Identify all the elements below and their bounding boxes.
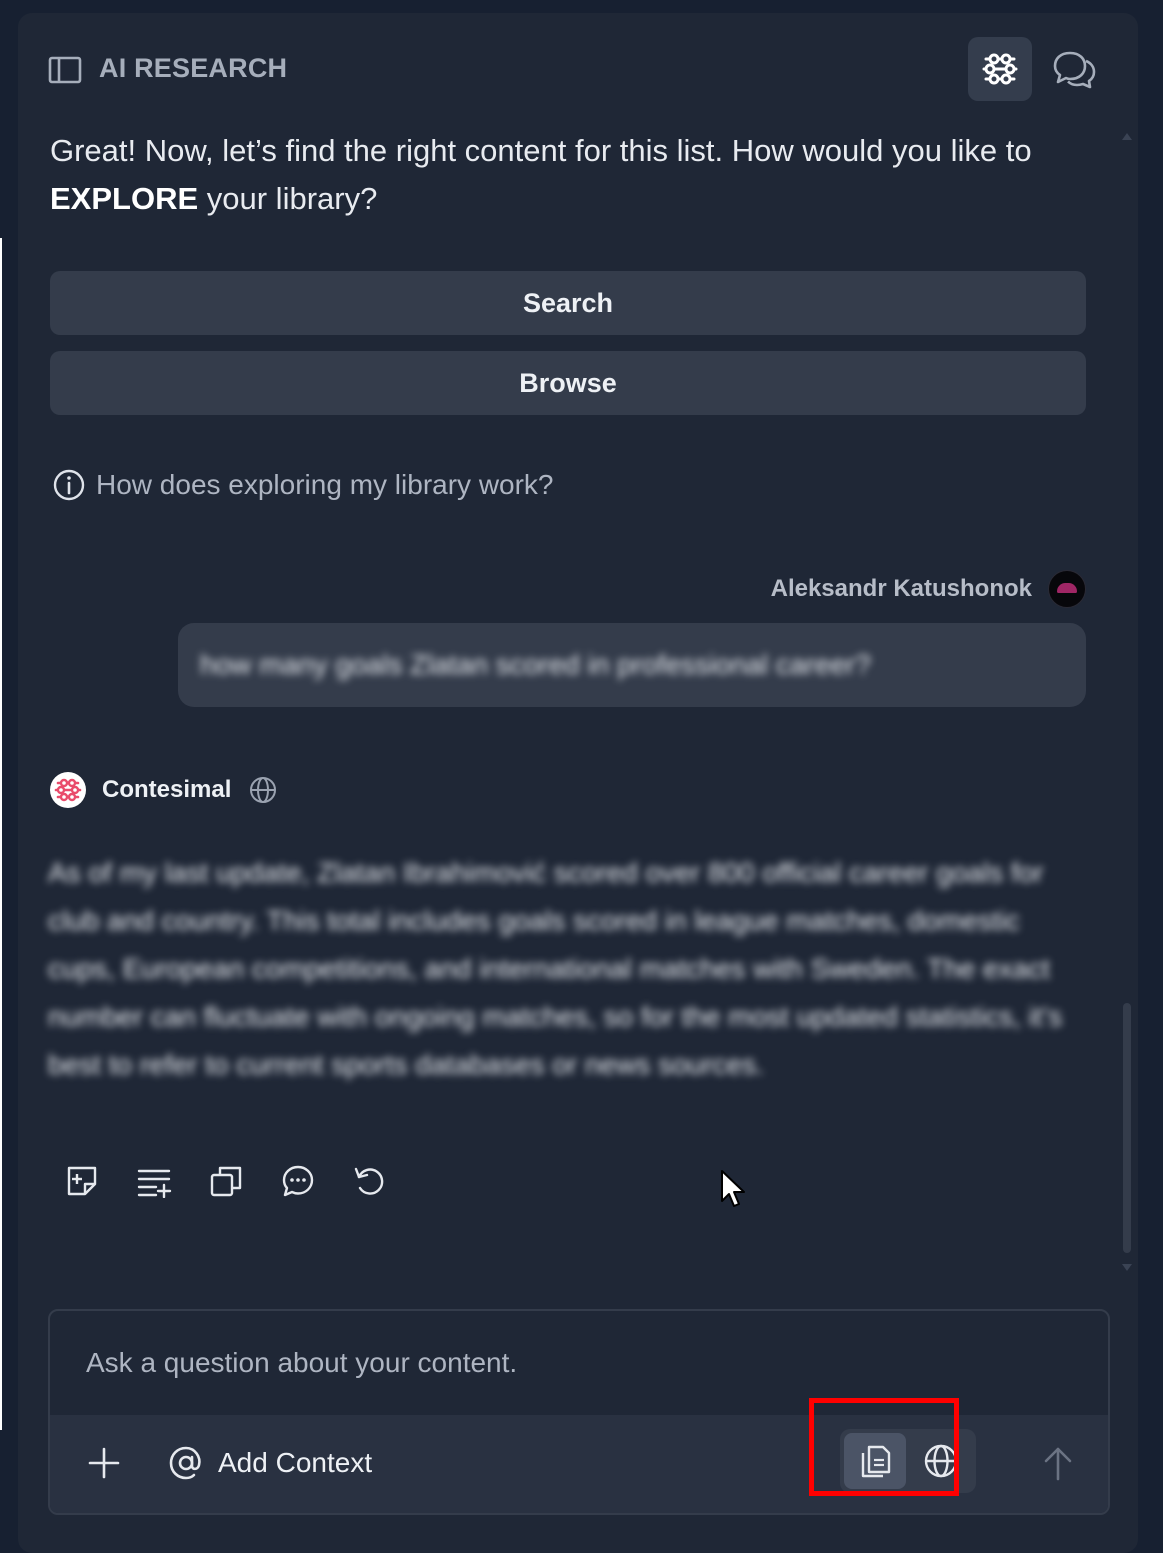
web-mode-button[interactable] [910, 1433, 972, 1489]
assistant-name: Contesimal [102, 776, 232, 803]
user-name: Aleksandr Katushonok [770, 575, 1032, 602]
window-edge [0, 238, 2, 1430]
source-mode-toggle [840, 1429, 976, 1493]
message-actions [64, 1163, 388, 1199]
globe-icon [250, 777, 277, 803]
user-message-header: Aleksandr Katushonok [771, 569, 1086, 609]
question-input[interactable] [50, 1311, 1108, 1415]
add-note-button[interactable] [64, 1163, 100, 1199]
browse-button[interactable]: Browse [50, 351, 1086, 415]
sliders-icon [982, 53, 1018, 85]
search-button[interactable]: Search [50, 271, 1086, 335]
user-message-bubble: how many goals Zlatan scored in professi… [178, 623, 1086, 707]
add-button[interactable] [82, 1441, 126, 1485]
contesimal-logo-icon [54, 778, 82, 802]
ai-research-panel: AI RESEARCH Great! Now, let’s find the r… [18, 13, 1138, 1553]
copy-icon [210, 1166, 242, 1197]
add-context-button[interactable]: Add Context [168, 1439, 372, 1487]
assistant-message-header: Contesimal [50, 771, 277, 809]
comment-icon [282, 1165, 314, 1197]
add-context-label: Add Context [218, 1447, 373, 1478]
help-link[interactable]: How does exploring my library work? [50, 465, 554, 505]
panel-header: AI RESEARCH [18, 13, 1138, 113]
regenerate-icon [354, 1167, 384, 1195]
research-mode-button[interactable] [968, 37, 1032, 101]
add-to-list-button[interactable] [136, 1163, 172, 1199]
arrow-up-icon [1044, 1447, 1072, 1481]
chat-mode-button[interactable] [1048, 43, 1100, 95]
copy-button[interactable] [208, 1163, 244, 1199]
help-link-label: How does exploring my library work? [96, 469, 554, 500]
scroll-down-arrow-icon[interactable] [1121, 1263, 1133, 1273]
comment-button[interactable] [280, 1163, 316, 1199]
send-button[interactable] [1036, 1441, 1080, 1485]
contesimal-logo [50, 772, 86, 808]
regenerate-button[interactable] [352, 1163, 388, 1199]
at-icon [169, 1446, 201, 1480]
user-message-text: how many goals Zlatan scored in professi… [200, 649, 871, 680]
chat-bubbles-icon [1053, 51, 1096, 89]
scroll-up-arrow-icon[interactable] [1121, 131, 1133, 141]
avatar [1048, 570, 1086, 608]
panel-title: AI RESEARCH [99, 53, 288, 83]
library-mode-button[interactable] [844, 1433, 906, 1489]
add-to-list-icon [137, 1169, 172, 1198]
assistant-prompt: Great! Now, let’s find the right content… [50, 133, 1032, 216]
info-icon [53, 469, 85, 501]
add-note-icon [67, 1166, 97, 1196]
globe-icon [924, 1444, 958, 1478]
assistant-answer-text: As of my last update, Zlatan Ibrahimović… [48, 857, 1063, 1080]
document-icon [861, 1445, 891, 1478]
scrollbar-thumb[interactable] [1123, 1003, 1131, 1253]
sidebar-toggle-icon[interactable] [48, 53, 82, 87]
plus-icon [88, 1447, 120, 1479]
mouse-cursor-icon [721, 1170, 745, 1207]
